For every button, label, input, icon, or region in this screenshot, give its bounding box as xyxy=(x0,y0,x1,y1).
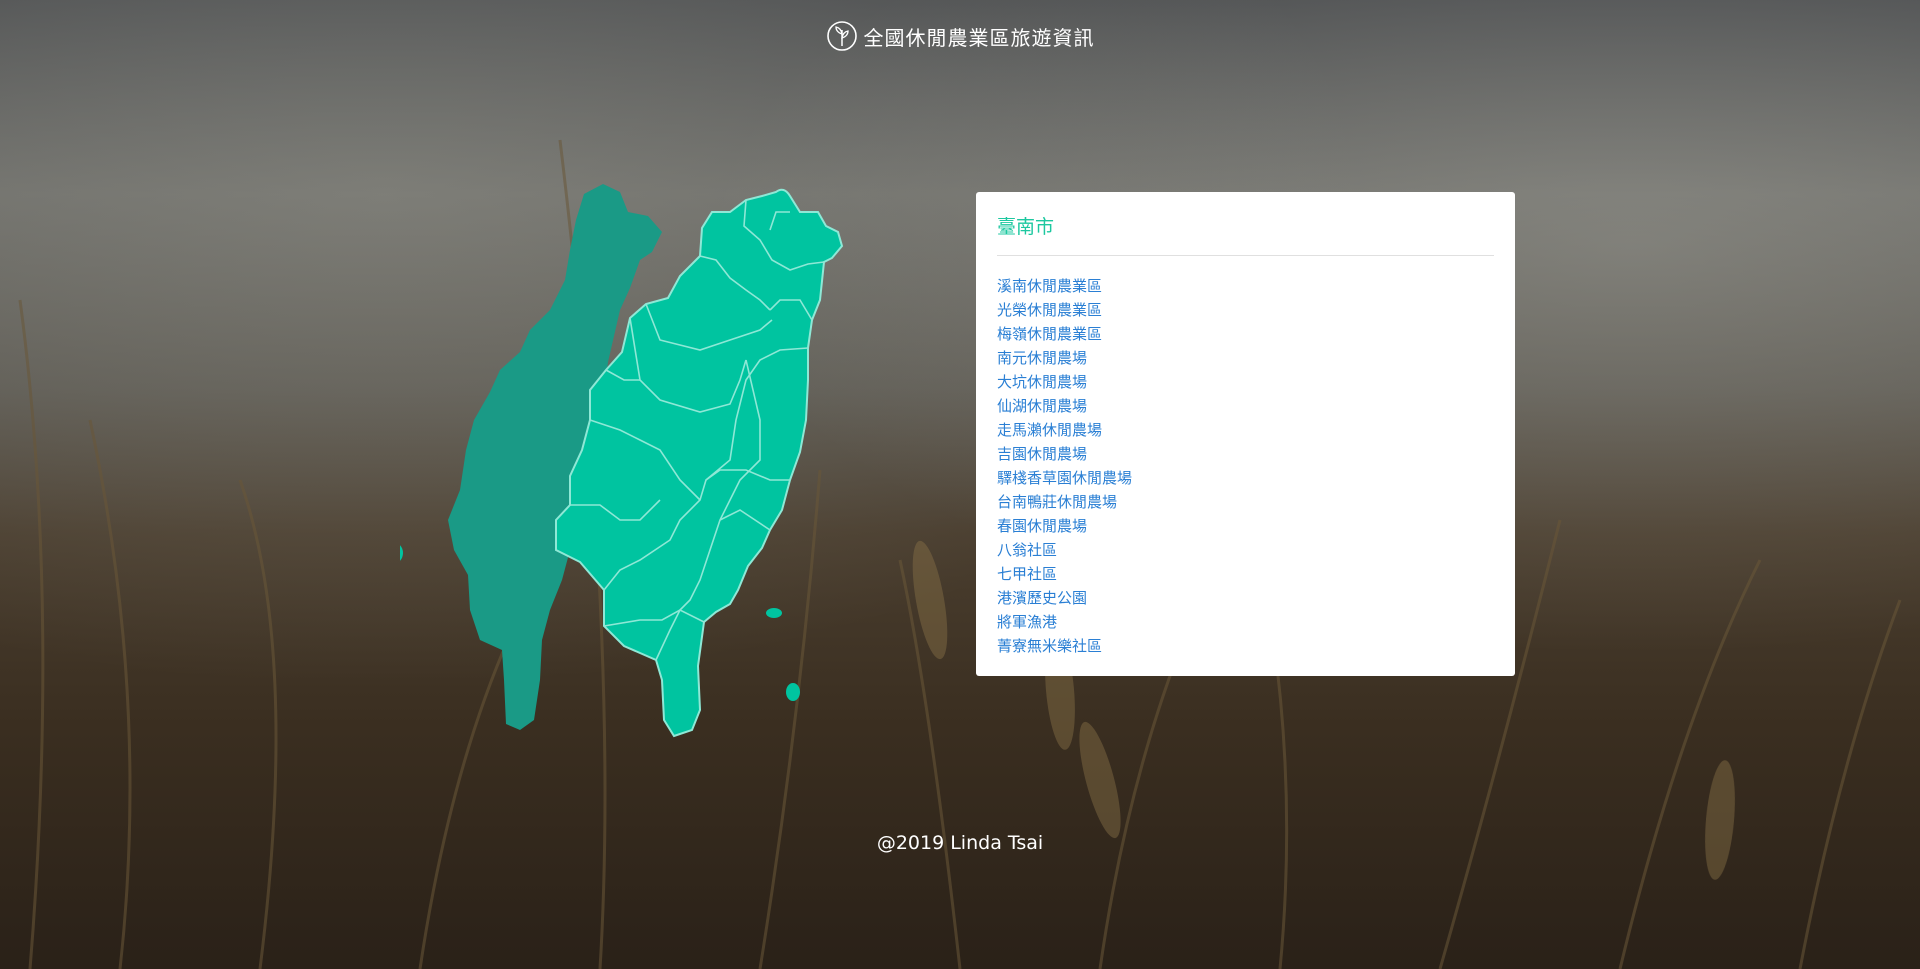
farm-link[interactable]: 走馬瀨休閒農場 xyxy=(997,421,1102,439)
farm-link[interactable]: 梅嶺休閒農業區 xyxy=(997,325,1102,343)
island-penghu[interactable] xyxy=(400,542,403,564)
list-item: 南元休閒農場 xyxy=(997,346,1494,370)
farm-info-panel: 臺南市 溪南休閒農業區 光榮休閒農業區 梅嶺休閒農業區 南元休閒農場 大坑休閒農… xyxy=(976,192,1515,676)
site-header: 全國休閒農業區旅遊資訊 xyxy=(0,18,1920,54)
farm-link[interactable]: 仙湖休閒農場 xyxy=(997,397,1087,415)
taiwan-map xyxy=(400,184,844,738)
list-item: 將軍漁港 xyxy=(997,610,1494,634)
farm-link[interactable]: 菁寮無米樂社區 xyxy=(997,637,1102,655)
farm-link[interactable]: 吉園休閒農場 xyxy=(997,445,1087,463)
farm-link[interactable]: 光榮休閒農業區 xyxy=(997,301,1102,319)
list-item: 光榮休閒農業區 xyxy=(997,298,1494,322)
copyright-text: @2019 Linda Tsai xyxy=(876,832,1044,854)
list-item: 吉園休閒農場 xyxy=(997,442,1494,466)
site-title[interactable]: 全國休閒農業區旅遊資訊 xyxy=(864,22,1095,51)
list-item: 走馬瀨休閒農場 xyxy=(997,418,1494,442)
city-title: 臺南市 xyxy=(997,216,1055,238)
farm-link[interactable]: 台南鴨莊休閒農場 xyxy=(997,493,1117,511)
list-item: 仙湖休閒農場 xyxy=(997,394,1494,418)
site-footer: @2019 Linda Tsai xyxy=(0,832,1920,854)
leaf-logo-icon[interactable] xyxy=(826,20,858,52)
farm-link[interactable]: 溪南休閒農業區 xyxy=(997,277,1102,295)
farm-link[interactable]: 八翁社區 xyxy=(997,541,1057,559)
island-green-island[interactable] xyxy=(766,608,782,618)
list-item: 春園休閒農場 xyxy=(997,514,1494,538)
list-item: 梅嶺休閒農業區 xyxy=(997,322,1494,346)
farm-link[interactable]: 七甲社區 xyxy=(997,565,1057,583)
list-item: 溪南休閒農業區 xyxy=(997,274,1494,298)
farm-link[interactable]: 驛棧香草園休閒農場 xyxy=(997,469,1132,487)
farm-link[interactable]: 南元休閒農場 xyxy=(997,349,1087,367)
list-item: 驛棧香草園休閒農場 xyxy=(997,466,1494,490)
list-item: 菁寮無米樂社區 xyxy=(997,634,1494,658)
island-orchid-island[interactable] xyxy=(786,683,800,701)
list-item: 港濱歷史公園 xyxy=(997,586,1494,610)
list-item: 台南鴨莊休閒農場 xyxy=(997,490,1494,514)
list-item: 七甲社區 xyxy=(997,562,1494,586)
farm-link[interactable]: 港濱歷史公園 xyxy=(997,589,1087,607)
farm-link[interactable]: 大坑休閒農場 xyxy=(997,373,1087,391)
farm-list: 溪南休閒農業區 光榮休閒農業區 梅嶺休閒農業區 南元休閒農場 大坑休閒農場 仙湖… xyxy=(997,274,1494,658)
farm-link[interactable]: 春園休閒農場 xyxy=(997,517,1087,535)
list-item: 八翁社區 xyxy=(997,538,1494,562)
farm-link[interactable]: 將軍漁港 xyxy=(997,613,1057,631)
list-item: 大坑休閒農場 xyxy=(997,370,1494,394)
panel-divider xyxy=(997,255,1494,256)
wheat-field-background xyxy=(18,139,1902,969)
